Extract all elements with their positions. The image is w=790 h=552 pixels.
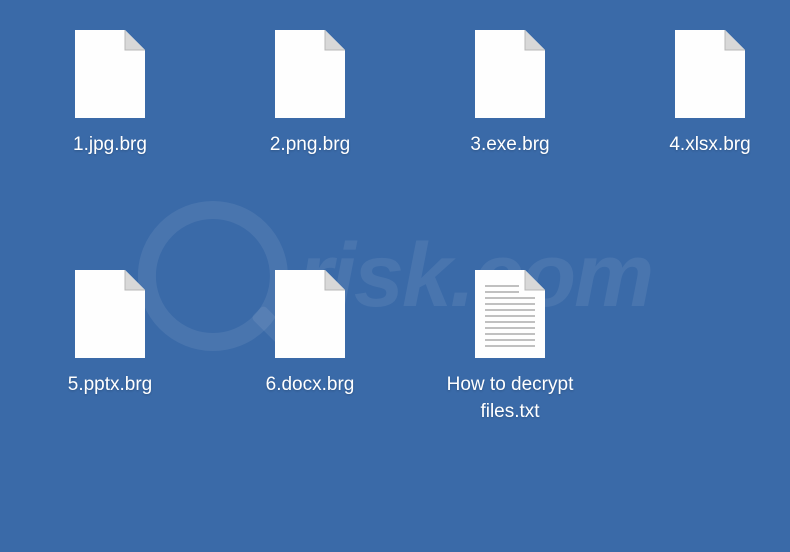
file-label: How to decrypt files.txt — [440, 372, 580, 425]
file-item[interactable]: How to decrypt files.txt — [440, 270, 580, 500]
file-item[interactable]: 4.xlsx.brg — [640, 30, 780, 260]
file-item[interactable]: 3.exe.brg — [440, 30, 580, 260]
file-icon — [275, 270, 345, 358]
file-item[interactable]: 5.pptx.brg — [40, 270, 180, 500]
file-label: 4.xlsx.brg — [669, 132, 750, 159]
file-icon — [75, 30, 145, 118]
file-label: 1.jpg.brg — [73, 132, 147, 159]
file-icon — [475, 30, 545, 118]
file-label: 2.png.brg — [270, 132, 350, 159]
file-item[interactable]: 6.docx.brg — [240, 270, 380, 500]
file-label: 3.exe.brg — [470, 132, 549, 159]
file-item[interactable]: 2.png.brg — [240, 30, 380, 260]
file-icon — [75, 270, 145, 358]
file-label: 5.pptx.brg — [68, 372, 153, 399]
desktop-area: 1.jpg.brg 2.png.brg 3.exe.brg — [0, 0, 790, 530]
file-item[interactable]: 1.jpg.brg — [40, 30, 180, 260]
file-icon — [675, 30, 745, 118]
file-icon — [275, 30, 345, 118]
file-label: 6.docx.brg — [266, 372, 355, 399]
text-file-icon — [475, 270, 545, 358]
